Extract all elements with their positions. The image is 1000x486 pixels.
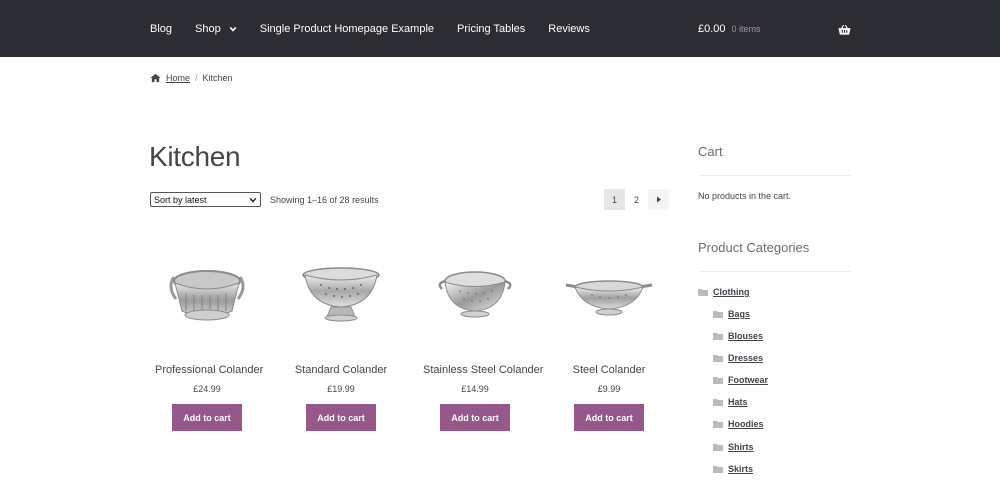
add-to-cart-button[interactable]: Add to cart: [172, 404, 242, 431]
product-image[interactable]: [557, 246, 661, 338]
folder-icon: [713, 333, 723, 340]
header-cart-link[interactable]: £0.00 0 items: [698, 0, 761, 57]
page-title: Kitchen: [149, 141, 241, 172]
product-price: £9.99: [597, 384, 621, 394]
category-item-blouses: Blouses: [713, 331, 763, 341]
primary-navigation: Blog Shop Single Product Homepage Exampl…: [150, 0, 613, 57]
category-item-clothing: Clothing: [698, 287, 750, 297]
category-item-dresses: Dresses: [713, 353, 763, 363]
category-item-bags: Bags: [713, 309, 750, 319]
caret-right-icon: [656, 196, 661, 203]
category-item-shirts: Shirts: [713, 442, 754, 452]
next-page-button[interactable]: [648, 189, 669, 210]
pagination: 1 2: [604, 189, 670, 210]
category-item-hats: Hats: [713, 397, 748, 407]
page-number-current: 1: [604, 189, 625, 210]
category-link[interactable]: Skirts: [728, 464, 753, 474]
breadcrumb-home-link[interactable]: Home: [166, 73, 190, 83]
category-link[interactable]: Shirts: [728, 442, 754, 452]
basket-icon[interactable]: [838, 24, 851, 36]
chevron-down-icon: [229, 26, 237, 32]
add-to-cart-button[interactable]: Add to cart: [440, 404, 510, 431]
nav-item-single-product[interactable]: Single Product Homepage Example: [260, 23, 434, 35]
nav-item-blog[interactable]: Blog: [150, 23, 172, 35]
breadcrumb-current: Kitchen: [202, 73, 233, 83]
colander-image: [302, 267, 380, 322]
sort-selected-value: Sort by latest: [154, 194, 207, 205]
folder-icon: [698, 289, 708, 296]
breadcrumb-separator: /: [195, 73, 198, 83]
category-link[interactable]: Hoodies: [728, 419, 764, 429]
site-header: Blog Shop Single Product Homepage Exampl…: [0, 0, 1000, 57]
category-link[interactable]: Dresses: [728, 353, 763, 363]
product-price: £24.99: [193, 384, 221, 394]
product-card: Steel Colander £9.99 Add to cart: [557, 246, 661, 431]
folder-icon: [713, 311, 723, 318]
page-number-link[interactable]: 2: [626, 189, 647, 210]
home-icon: [150, 73, 161, 83]
product-title[interactable]: Steel Colander: [557, 364, 661, 376]
nav-item-pricing-tables[interactable]: Pricing Tables: [457, 23, 525, 35]
colander-image: [169, 270, 245, 321]
breadcrumb: Home / Kitchen: [150, 73, 233, 83]
folder-icon: [713, 399, 723, 406]
product-title[interactable]: Professional Colander: [155, 364, 263, 376]
nav-item-reviews[interactable]: Reviews: [548, 23, 590, 35]
product-card: Standard Colander £19.99 Add to cart: [289, 246, 393, 431]
product-price: £19.99: [327, 384, 355, 394]
product-image[interactable]: [289, 246, 393, 338]
category-link[interactable]: Clothing: [713, 287, 750, 297]
sort-select[interactable]: Sort by latest: [150, 192, 261, 207]
add-to-cart-button[interactable]: Add to cart: [306, 404, 376, 431]
product-price: £14.99: [461, 384, 489, 394]
product-title[interactable]: Stainless Steel Colander: [423, 364, 543, 376]
add-to-cart-button[interactable]: Add to cart: [574, 404, 644, 431]
category-item-skirts: Skirts: [713, 464, 753, 474]
category-item-hoodies: Hoodies: [713, 419, 764, 429]
cart-widget-title: Cart: [698, 144, 723, 159]
chevron-down-icon: [249, 197, 257, 203]
category-link[interactable]: Blouses: [728, 331, 763, 341]
widget-divider: [698, 175, 851, 176]
cart-empty-message: No products in the cart.: [698, 191, 792, 201]
cart-total: £0.00: [698, 22, 726, 35]
product-card: Stainless Steel Colander £14.99 Add to c…: [423, 246, 543, 431]
category-item-footwear: Footwear: [713, 375, 768, 385]
categories-widget-title: Product Categories: [698, 240, 810, 255]
result-count: Showing 1–16 of 28 results: [270, 195, 379, 205]
colander-image: [565, 280, 653, 316]
folder-icon: [713, 355, 723, 362]
product-title[interactable]: Standard Colander: [289, 364, 393, 376]
widget-divider: [698, 271, 851, 272]
nav-item-shop[interactable]: Shop: [195, 23, 237, 35]
colander-image: [438, 271, 512, 318]
cart-item-count: 0 items: [731, 23, 761, 34]
product-card: Professional Colander £24.99 Add to cart: [155, 246, 263, 431]
category-link[interactable]: Hats: [728, 397, 748, 407]
product-image[interactable]: [423, 246, 527, 338]
folder-icon: [713, 444, 723, 451]
folder-icon: [713, 466, 723, 473]
product-image[interactable]: [155, 246, 259, 338]
category-link[interactable]: Footwear: [728, 375, 768, 385]
category-link[interactable]: Bags: [728, 309, 750, 319]
folder-icon: [713, 377, 723, 384]
folder-icon: [713, 421, 723, 428]
